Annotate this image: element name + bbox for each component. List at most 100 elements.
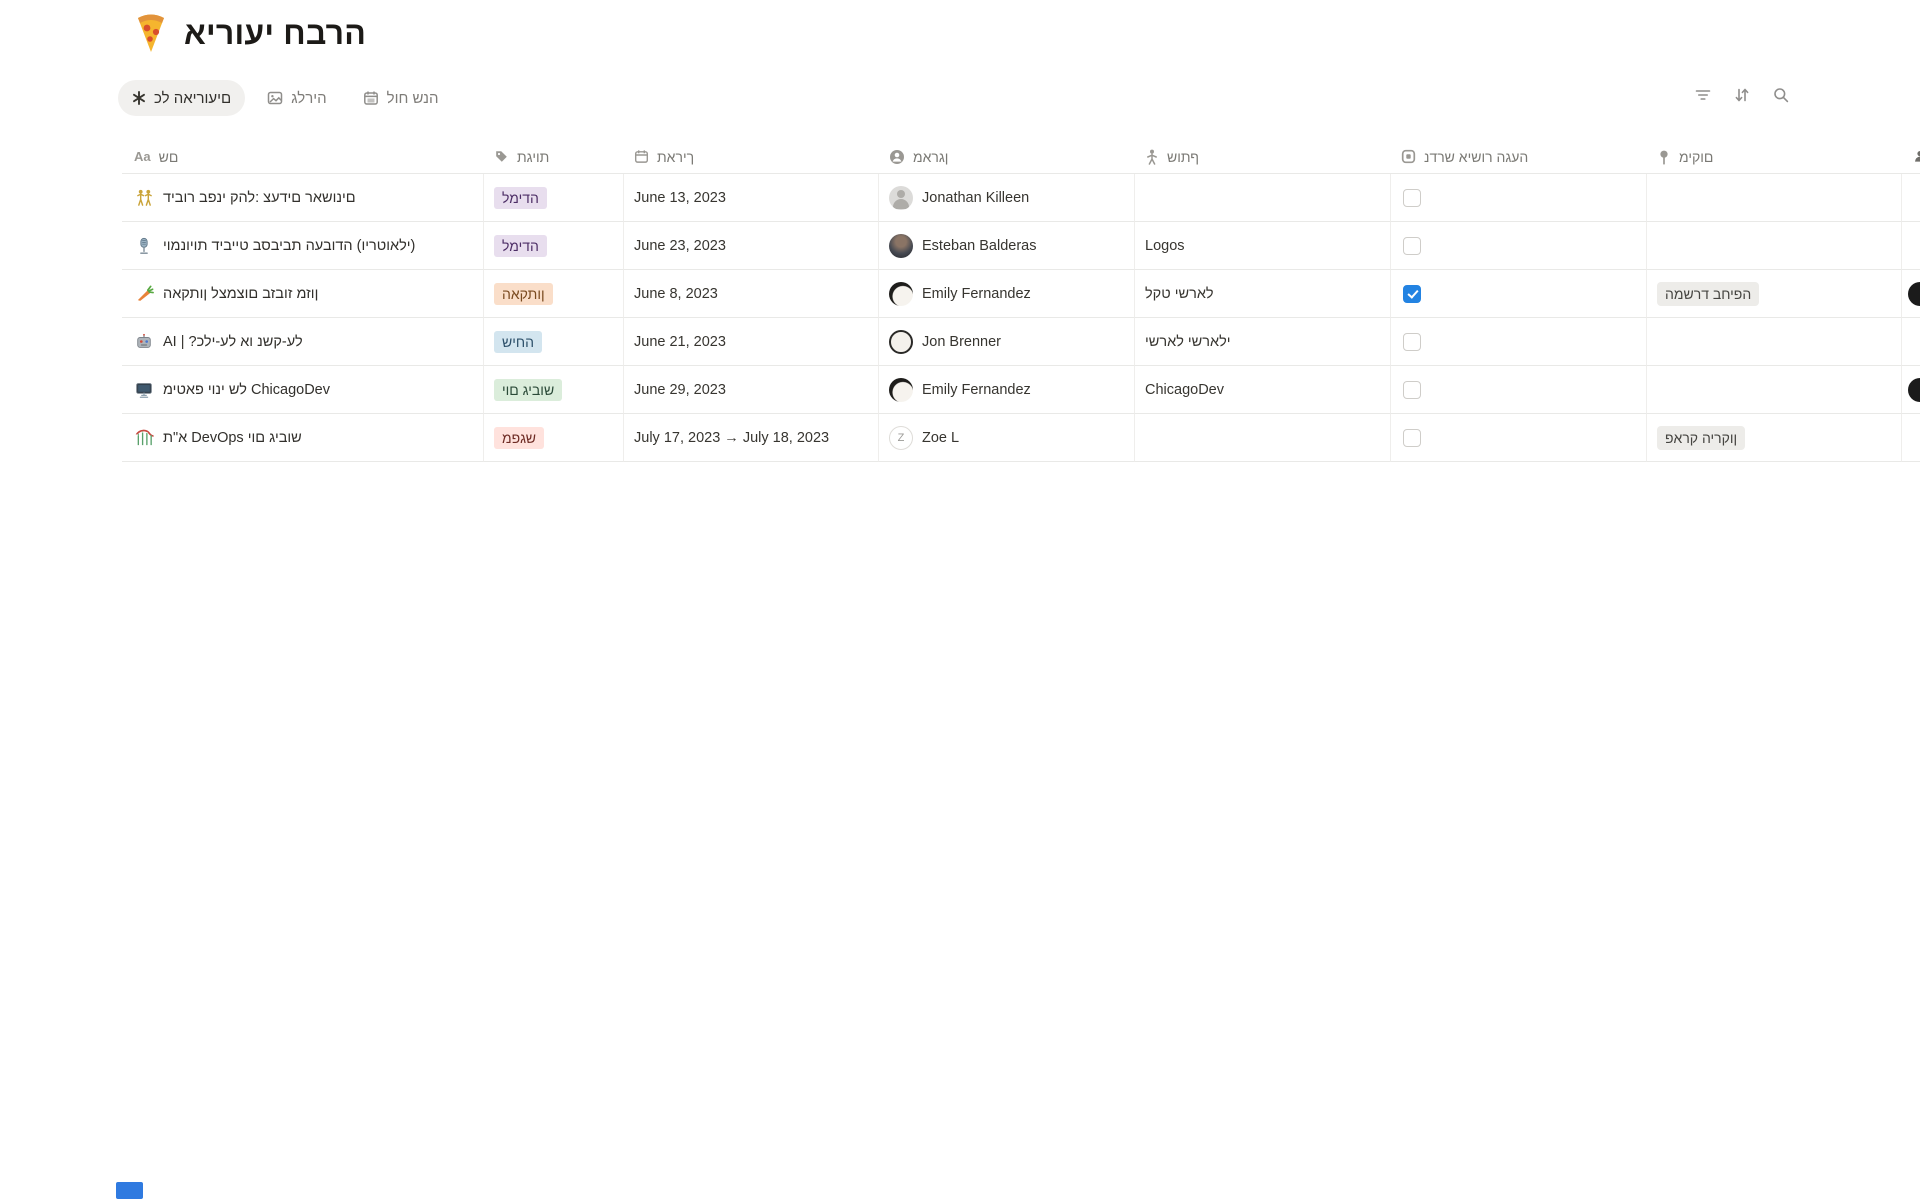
- partner-cell[interactable]: [1135, 174, 1391, 222]
- partner-cell[interactable]: [1135, 414, 1391, 462]
- tag-pill[interactable]: למידה: [494, 235, 547, 257]
- partial-cell[interactable]: [1902, 366, 1920, 414]
- partner-cell[interactable]: ChicagoDev: [1135, 366, 1391, 414]
- column-header-rsvp[interactable]: נדרש אישור הגעה: [1391, 140, 1647, 174]
- column-header-name[interactable]: Aa שם: [122, 140, 484, 174]
- rsvp-checkbox[interactable]: [1403, 381, 1421, 399]
- rsvp-cell[interactable]: [1391, 414, 1647, 462]
- tags-cell[interactable]: שיחה: [484, 318, 624, 366]
- tab-all-events[interactable]: כל האירועים: [118, 80, 245, 116]
- rsvp-checkbox[interactable]: [1403, 285, 1421, 303]
- tag-pill[interactable]: יום גיבוש: [494, 379, 562, 401]
- gallery-icon: [267, 90, 283, 106]
- rsvp-checkbox[interactable]: [1403, 333, 1421, 351]
- organizer-cell[interactable]: Emily Fernandez: [879, 270, 1135, 318]
- view-toolbar: [1694, 86, 1790, 104]
- date-cell[interactable]: June 8, 2023: [624, 270, 879, 318]
- partner-value: ChicagoDev: [1145, 382, 1224, 398]
- tag-pill[interactable]: האקתון: [494, 283, 553, 305]
- date-cell[interactable]: June 23, 2023: [624, 222, 879, 270]
- event-name: AI | ?כלי-על או נשק-על: [163, 334, 303, 350]
- date-cell[interactable]: June 21, 2023: [624, 318, 879, 366]
- column-header-partial[interactable]: [1902, 140, 1920, 174]
- edge-avatar: [1908, 378, 1920, 402]
- location-cell[interactable]: [1647, 318, 1902, 366]
- organizer-name: Zoe L: [922, 430, 959, 446]
- event-name: מיטאפ יוני של ChicagoDev: [163, 382, 330, 398]
- event-name-cell[interactable]: יומנויות דיבייט בסביבת העבודה (וירטואלי): [122, 222, 484, 270]
- tag-icon: [494, 149, 509, 164]
- partial-cell[interactable]: [1902, 318, 1920, 366]
- column-header-partner[interactable]: שותף: [1135, 140, 1391, 174]
- event-name-cell[interactable]: מיטאפ יוני של ChicagoDev: [122, 366, 484, 414]
- avatar: [889, 378, 913, 402]
- rsvp-checkbox[interactable]: [1403, 429, 1421, 447]
- column-header-tags[interactable]: תגיות: [484, 140, 624, 174]
- calendar-icon: [634, 149, 649, 164]
- organizer-name: Jon Brenner: [922, 334, 1001, 350]
- tab-gallery[interactable]: גלריה: [253, 80, 340, 116]
- partial-cell[interactable]: [1902, 222, 1920, 270]
- organizer-cell[interactable]: Emily Fernandez: [879, 366, 1135, 414]
- rsvp-checkbox[interactable]: [1403, 189, 1421, 207]
- search-icon[interactable]: [1772, 86, 1790, 104]
- location-cell[interactable]: [1647, 222, 1902, 270]
- dancers-icon: [134, 188, 154, 208]
- filter-icon[interactable]: [1694, 86, 1712, 104]
- event-name-cell[interactable]: האקתון לצמצום בזבוז מזון: [122, 270, 484, 318]
- tab-calendar[interactable]: לוח שנה: [349, 80, 453, 116]
- rsvp-cell[interactable]: [1391, 174, 1647, 222]
- tag-pill[interactable]: שיחה: [494, 331, 542, 353]
- sort-icon[interactable]: [1733, 86, 1751, 104]
- partial-cell[interactable]: [1902, 414, 1920, 462]
- tags-cell[interactable]: יום גיבוש: [484, 366, 624, 414]
- partner-cell[interactable]: לקט ישראל: [1135, 270, 1391, 318]
- event-name-cell[interactable]: דיבור בפני קהל: צעדים ראשונים: [122, 174, 484, 222]
- event-name-cell[interactable]: ת"א DevOps יום גיבוש: [122, 414, 484, 462]
- location-cell[interactable]: [1647, 174, 1902, 222]
- rsvp-cell[interactable]: [1391, 270, 1647, 318]
- date-value: June 23, 2023: [634, 238, 726, 254]
- tags-cell[interactable]: מפגש: [484, 414, 624, 462]
- tags-cell[interactable]: למידה: [484, 222, 624, 270]
- organizer-cell[interactable]: Jonathan Killeen: [879, 174, 1135, 222]
- tags-cell[interactable]: למידה: [484, 174, 624, 222]
- date-cell[interactable]: June 13, 2023: [624, 174, 879, 222]
- tags-cell[interactable]: האקתון: [484, 270, 624, 318]
- location-cell[interactable]: פארק הירקון: [1647, 414, 1902, 462]
- location-cell[interactable]: המשרד בחיפה: [1647, 270, 1902, 318]
- tag-pill[interactable]: למידה: [494, 187, 547, 209]
- partner-cell[interactable]: Logos: [1135, 222, 1391, 270]
- date-value: June 13, 2023: [634, 190, 726, 206]
- column-header-organizer[interactable]: מארגן: [879, 140, 1135, 174]
- table-row: יומנויות דיבייט בסביבת העבודה (וירטואלי)…: [122, 222, 1920, 270]
- tag-pill[interactable]: מפגש: [494, 427, 544, 449]
- column-header-location[interactable]: מיקום: [1647, 140, 1902, 174]
- column-label: תגיות: [517, 149, 549, 165]
- rsvp-cell[interactable]: [1391, 366, 1647, 414]
- checkbox-icon: [1401, 149, 1416, 164]
- rsvp-cell[interactable]: [1391, 318, 1647, 366]
- table-row: AI | ?כלי-על או נשק-על שיחה June 21, 202…: [122, 318, 1920, 366]
- rsvp-checkbox[interactable]: [1403, 237, 1421, 255]
- partial-cell[interactable]: [1902, 174, 1920, 222]
- event-name-cell[interactable]: AI | ?כלי-על או נשק-על: [122, 318, 484, 366]
- avatar: [889, 186, 913, 210]
- rsvp-cell[interactable]: [1391, 222, 1647, 270]
- table-row: דיבור בפני קהל: צעדים ראשונים למידה June…: [122, 174, 1920, 222]
- column-label: תאריך: [657, 149, 694, 165]
- location-pill[interactable]: המשרד בחיפה: [1657, 282, 1759, 306]
- organizer-name: Emily Fernandez: [922, 382, 1031, 398]
- organizer-cell[interactable]: Jon Brenner: [879, 318, 1135, 366]
- partner-cell[interactable]: ישראל ישראלי: [1135, 318, 1391, 366]
- date-cell[interactable]: June 29, 2023: [624, 366, 879, 414]
- partial-cell[interactable]: [1902, 270, 1920, 318]
- location-pin-icon: [1657, 149, 1671, 165]
- location-pill[interactable]: פארק הירקון: [1657, 426, 1745, 450]
- column-header-date[interactable]: תאריך: [624, 140, 879, 174]
- date-cell[interactable]: July 17, 2023 → July 18, 2023: [624, 414, 879, 462]
- location-cell[interactable]: [1647, 366, 1902, 414]
- organizer-cell[interactable]: Esteban Balderas: [879, 222, 1135, 270]
- organizer-cell[interactable]: Z Zoe L: [879, 414, 1135, 462]
- organizer-name: Emily Fernandez: [922, 286, 1031, 302]
